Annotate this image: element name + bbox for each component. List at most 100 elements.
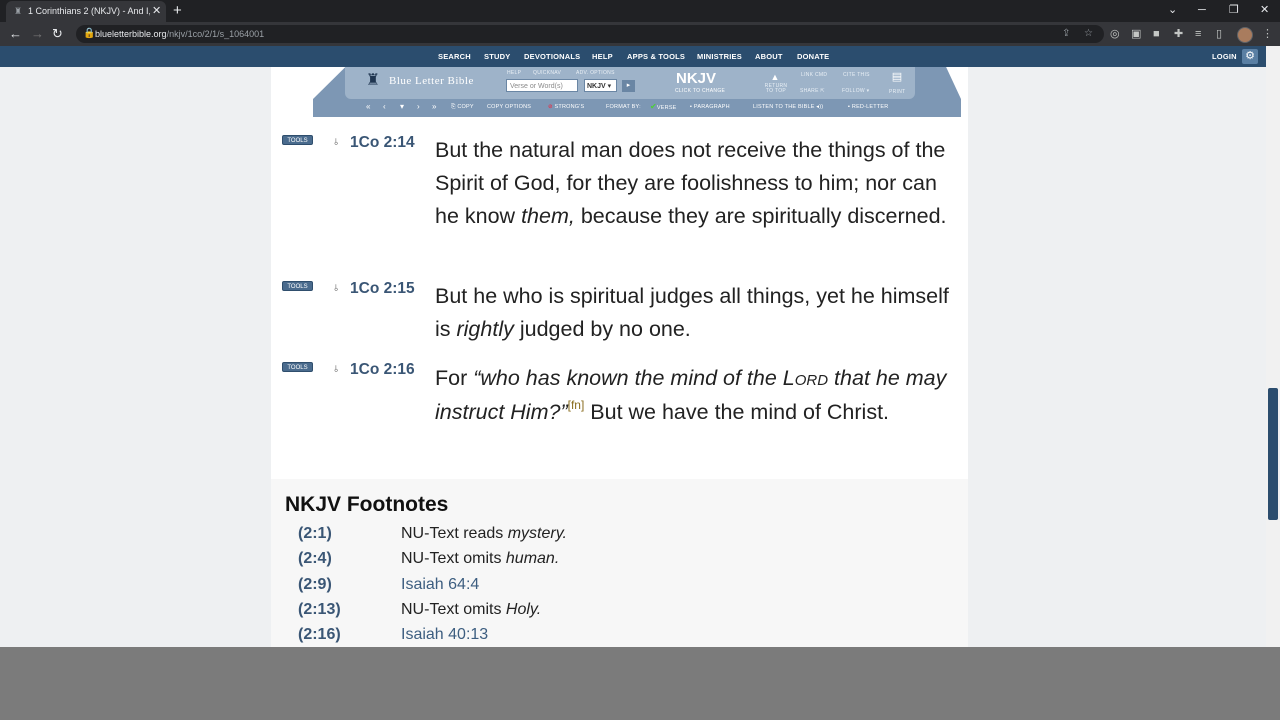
nav-apps-tools[interactable]: APPS & TOOLS <box>627 46 685 67</box>
nav-search[interactable]: SEARCH <box>438 46 471 67</box>
window-close-icon[interactable]: ✕ <box>1260 0 1269 22</box>
verse-tools-button[interactable]: TOOLS <box>282 281 313 291</box>
url-host: blueletterbible.org <box>95 29 167 39</box>
follow-label[interactable]: FOLLOW ▾ <box>842 88 869 94</box>
url-path: /nkjv/1co/2/1/s_1064001 <box>166 29 265 39</box>
footnote-text-part: NU-Text omits <box>401 550 506 567</box>
footnote-ref[interactable]: (2:1) <box>298 525 332 543</box>
nav-help[interactable]: HELP <box>592 46 613 67</box>
verse-link-icon[interactable]: ⫰ <box>334 283 338 294</box>
url-text: blueletterbible.org/nkjv/1co/2/1/s_10640… <box>95 25 264 43</box>
blb-logo-icon[interactable]: ♜ <box>363 70 383 92</box>
link-cmd-label[interactable]: LINK CMD <box>801 72 827 78</box>
last-chapter-icon[interactable]: » <box>432 100 436 114</box>
verse-reference[interactable]: 1Co 2:15 <box>350 280 415 298</box>
cite-this-label[interactable]: CITE THIS <box>843 72 870 78</box>
verse-reference[interactable]: 1Co 2:16 <box>350 361 415 379</box>
return-to-top-label[interactable]: RETURN TO TOP <box>762 84 790 94</box>
verse-reference[interactable]: 1Co 2:14 <box>350 134 415 152</box>
minimize-icon[interactable]: ─ <box>1198 0 1206 22</box>
verse-text: For “who has known the mind of the Lord … <box>435 361 960 429</box>
back-arrow-icon[interactable]: ← <box>9 22 22 46</box>
footnote-link[interactable]: [fn] <box>568 398 585 412</box>
footnote-text: NU-Text omits human. <box>401 550 559 568</box>
copy-button[interactable]: ⎘ COPY <box>451 100 474 114</box>
prev-chapter-icon[interactable]: ‹ <box>383 100 386 114</box>
version-change-hint[interactable]: CLICK TO CHANGE <box>675 88 725 94</box>
checkmark-icon: ✔ <box>650 102 657 111</box>
verse-link-icon[interactable]: ⫰ <box>334 137 338 148</box>
share-label[interactable]: SHARE ⇱ <box>800 88 825 94</box>
help-label[interactable]: HELP <box>507 70 521 76</box>
verse-text-part: judged by no one. <box>513 317 691 341</box>
settings-gear-icon[interactable]: ⚙ <box>1242 49 1258 64</box>
red-letter-option[interactable]: ▪ RED-LETTER <box>848 100 888 114</box>
nav-study[interactable]: STUDY <box>484 46 510 67</box>
print-label[interactable]: PRINT <box>889 89 906 95</box>
tab-search-chevron-icon[interactable]: ⌄ <box>1168 0 1177 22</box>
version-select[interactable]: NKJV ▾ <box>584 79 617 92</box>
nav-ministries[interactable]: MINISTRIES <box>697 46 742 67</box>
verse-text: But he who is spiritual judges all thing… <box>435 280 960 346</box>
chapter-menu-icon[interactable]: ▾ <box>400 100 404 114</box>
profile-avatar[interactable] <box>1237 27 1253 43</box>
format-verse-label: VERSE <box>656 105 677 111</box>
adv-options-label[interactable]: ADV. OPTIONS <box>576 70 615 76</box>
page-scrollbar[interactable] <box>1266 46 1280 647</box>
quicknav-label[interactable]: QUICKNAV <box>533 70 561 76</box>
scrollbar-thumb[interactable] <box>1268 388 1278 520</box>
footnote-ref[interactable]: (2:9) <box>298 576 332 594</box>
side-panel-icon[interactable]: ▯ <box>1216 22 1222 46</box>
url-input[interactable]: 🔒 blueletterbible.org/nkjv/1co/2/1/s_106… <box>76 25 1104 43</box>
new-tab-icon[interactable]: + <box>173 1 182 21</box>
verse-search-input[interactable]: Verse or Word(s) <box>506 79 578 92</box>
footnote-ref[interactable]: (2:16) <box>298 626 341 644</box>
format-paragraph-option[interactable]: ▪ PARAGRAPH <box>690 100 730 114</box>
print-icon[interactable]: ▤ <box>888 72 906 83</box>
nav-about[interactable]: ABOUT <box>755 46 783 67</box>
footnote-text-italic: human. <box>505 550 560 567</box>
footnote-cross-ref-link[interactable]: Isaiah 40:13 <box>401 626 488 643</box>
lord-smallcaps: Lord <box>782 366 829 390</box>
footnote-text: Isaiah 40:13 <box>401 626 488 644</box>
extension-circle-icon[interactable]: ◎ <box>1110 22 1120 46</box>
nav-devotionals[interactable]: DEVOTIONALS <box>524 46 580 67</box>
reload-icon[interactable]: ↻ <box>52 22 63 46</box>
login-link[interactable]: LOGIN <box>1212 46 1237 67</box>
browser-tab-active[interactable]: ♜ 1 Corinthians 2 (NKJV) - And I, b ✕ <box>6 1 166 22</box>
copy-options-button[interactable]: COPY OPTIONS <box>487 100 531 114</box>
footnote-ref[interactable]: (2:4) <box>298 550 332 568</box>
tab-close-icon[interactable]: ✕ <box>152 1 161 22</box>
nav-donate[interactable]: DONATE <box>797 46 829 67</box>
red-letter-label: RED-LETTER <box>851 104 889 110</box>
verse-tools-button[interactable]: TOOLS <box>282 362 313 372</box>
reading-list-icon[interactable]: ≡ <box>1195 22 1201 46</box>
bookmark-star-icon[interactable]: ☆ <box>1084 25 1093 43</box>
extension-dark-icon[interactable]: ■ <box>1153 22 1160 46</box>
return-to-top-icon[interactable]: ▲ <box>767 72 783 82</box>
strongs-toggle[interactable]: ⊘ STRONG'S <box>548 100 584 114</box>
version-name[interactable]: NKJV <box>676 70 716 87</box>
tab-title: 1 Corinthians 2 (NKJV) - And I, b <box>28 6 150 16</box>
verse-tools-button[interactable]: TOOLS <box>282 135 313 145</box>
extension-stack-icon[interactable]: ▣ <box>1131 22 1141 46</box>
next-chapter-icon[interactable]: › <box>417 100 420 114</box>
footnote-cross-ref-link[interactable]: Isaiah 64:4 <box>401 576 479 593</box>
speaker-icon: ◂)) <box>814 104 824 110</box>
verse-link-icon[interactable]: ⫰ <box>334 364 338 375</box>
blb-logo-text[interactable]: Blue Letter Bible <box>389 75 474 87</box>
restore-icon[interactable]: ❐ <box>1229 0 1239 22</box>
share-page-icon[interactable]: ⇪ <box>1062 25 1070 43</box>
browser-menu-icon[interactable]: ⋮ <box>1262 22 1273 46</box>
footnote-text: NU-Text reads mystery. <box>401 525 567 543</box>
first-chapter-icon[interactable]: « <box>366 100 370 114</box>
extensions-puzzle-icon[interactable]: ✚ <box>1174 22 1183 46</box>
go-arrow-icon[interactable]: ▸ <box>622 80 635 92</box>
forward-arrow-icon[interactable]: → <box>31 22 44 46</box>
browser-tab-bar: ♜ 1 Corinthians 2 (NKJV) - And I, b ✕ + … <box>0 0 1280 22</box>
footnote-text-italic: Holy. <box>505 601 542 618</box>
strongs-label: STRONG'S <box>554 104 585 110</box>
format-verse-option[interactable]: ✔VERSE <box>650 100 677 114</box>
listen-button[interactable]: LISTEN TO THE BIBLE ◂)) <box>753 100 823 114</box>
footnote-ref[interactable]: (2:13) <box>298 601 341 619</box>
